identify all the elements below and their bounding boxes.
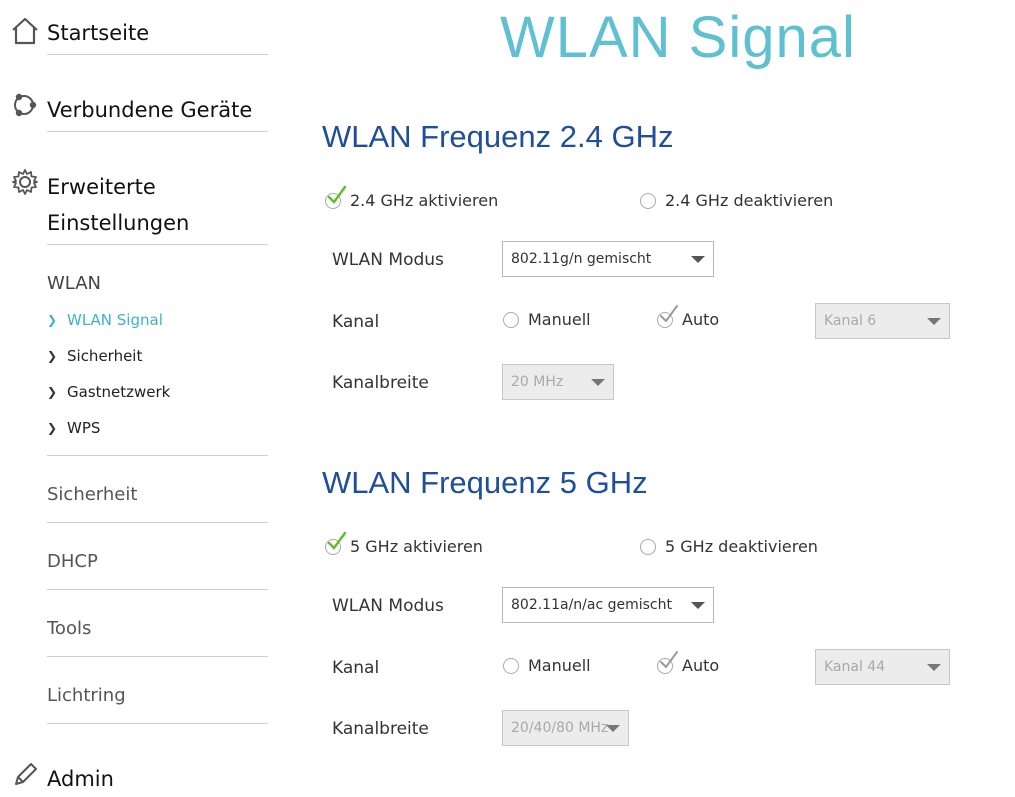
check-icon: [327, 185, 347, 204]
select-value: Kanal 44: [824, 659, 886, 675]
section-title-5ghz: WLAN Frequenz 5 GHz: [322, 465, 648, 500]
radio-label: Manuell: [528, 310, 591, 329]
submenu-item-label: Sicherheit: [67, 347, 143, 365]
chevron-down-icon: [591, 379, 605, 386]
chevron-down-icon: [606, 725, 620, 732]
radio-button[interactable]: [640, 192, 656, 209]
submenu-item-wps[interactable]: ❯ WPS: [47, 419, 100, 437]
radio-button[interactable]: [657, 650, 678, 674]
select-value: 20/40/80 MHz: [511, 720, 609, 736]
channel-width-label: Kanalbreite: [332, 719, 429, 739]
channel-width-select-5ghz[interactable]: 20/40/80 MHz: [502, 710, 629, 746]
submenu-item-label: Gastnetzwerk: [67, 383, 171, 401]
radio-channel-auto-24ghz[interactable]: Auto: [657, 304, 720, 329]
wlan-mode-select-5ghz[interactable]: 802.11a/n/ac gemischt: [502, 587, 714, 623]
divider: [47, 589, 268, 590]
select-value: Kanal 6: [824, 313, 877, 329]
radio-label: 5 GHz aktivieren: [350, 537, 483, 556]
submenu-wlan-heading[interactable]: WLAN: [47, 273, 101, 294]
radio-label: Manuell: [528, 656, 591, 675]
channel-select-24ghz[interactable]: Kanal 6: [815, 303, 950, 339]
check-icon: [660, 650, 678, 669]
chevron-down-icon: [691, 602, 705, 609]
submenu-item-wlan-signal[interactable]: ❯ WLAN Signal: [47, 311, 163, 329]
divider: [47, 723, 268, 724]
radio-button[interactable]: [325, 185, 347, 209]
nav-tools[interactable]: Tools: [47, 618, 91, 639]
channel-label: Kanal: [332, 312, 380, 332]
home-icon: [12, 17, 38, 45]
radio-channel-manual-24ghz[interactable]: Manuell: [503, 310, 591, 329]
radio-label: 5 GHz deaktivieren: [665, 537, 818, 556]
chevron-right-icon: ❯: [47, 349, 58, 363]
nav-dhcp[interactable]: DHCP: [47, 551, 98, 572]
channel-label: Kanal: [332, 658, 380, 678]
nav-advanced-line2[interactable]: Einstellungen: [47, 205, 189, 241]
radio-channel-manual-5ghz[interactable]: Manuell: [503, 656, 591, 675]
divider: [47, 131, 268, 132]
wlan-mode-label: WLAN Modus: [332, 596, 444, 616]
radio-button[interactable]: [503, 311, 519, 328]
chevron-down-icon: [927, 318, 941, 325]
channel-select-5ghz[interactable]: Kanal 44: [815, 649, 950, 685]
gear-icon: [12, 169, 38, 195]
nav-home[interactable]: Startseite: [47, 15, 149, 51]
select-value: 20 MHz: [511, 374, 564, 390]
submenu-item-gastnetzwerk[interactable]: ❯ Gastnetzwerk: [47, 383, 170, 401]
select-value: 802.11g/n gemischt: [511, 251, 652, 267]
radio-disable-5ghz[interactable]: 5 GHz deaktivieren: [640, 537, 818, 556]
nav-lichtring[interactable]: Lichtring: [47, 685, 126, 706]
radio-label: Auto: [682, 656, 720, 675]
pencil-icon: [15, 763, 37, 785]
select-value: 802.11a/n/ac gemischt: [511, 597, 672, 613]
chevron-down-icon: [927, 664, 941, 671]
radio-label: 2.4 GHz aktivieren: [350, 191, 499, 210]
channel-width-select-24ghz[interactable]: 20 MHz: [502, 364, 614, 400]
radio-disable-24ghz[interactable]: 2.4 GHz deaktivieren: [640, 191, 833, 210]
chevron-right-icon: ❯: [47, 313, 58, 327]
radio-button[interactable]: [657, 304, 678, 328]
section-title-24ghz: WLAN Frequenz 2.4 GHz: [322, 119, 674, 154]
divider: [47, 656, 268, 657]
radio-channel-auto-5ghz[interactable]: Auto: [657, 650, 720, 675]
radio-button[interactable]: [503, 657, 519, 674]
nav-advanced-line1[interactable]: Erweiterte: [47, 169, 156, 205]
channel-width-label: Kanalbreite: [332, 373, 429, 393]
page-title: WLAN Signal: [500, 5, 856, 70]
radio-button[interactable]: [640, 538, 656, 555]
chevron-right-icon: ❯: [47, 385, 58, 399]
divider: [47, 522, 268, 523]
radio-button[interactable]: [325, 531, 347, 555]
nav-connected-devices[interactable]: Verbundene Geräte: [47, 92, 252, 128]
nav-admin[interactable]: Admin: [47, 761, 114, 797]
radio-enable-5ghz[interactable]: 5 GHz aktivieren: [325, 531, 483, 556]
nav-sicherheit[interactable]: Sicherheit: [47, 484, 137, 505]
devices-icon: [14, 93, 37, 117]
wlan-mode-label: WLAN Modus: [332, 250, 444, 270]
divider: [47, 244, 268, 245]
radio-label: 2.4 GHz deaktivieren: [665, 191, 834, 210]
submenu-item-label: WPS: [67, 419, 101, 437]
submenu-item-sicherheit[interactable]: ❯ Sicherheit: [47, 347, 142, 365]
divider: [47, 455, 268, 456]
radio-label: Auto: [682, 310, 720, 329]
sidebar: Startseite Verbundene Geräte Erweiterte …: [0, 0, 280, 791]
radio-enable-24ghz[interactable]: 2.4 GHz aktivieren: [325, 185, 499, 210]
check-icon: [327, 531, 347, 550]
wlan-mode-select-24ghz[interactable]: 802.11g/n gemischt: [502, 241, 714, 277]
submenu-item-label: WLAN Signal: [67, 311, 163, 329]
check-icon: [660, 304, 678, 323]
chevron-down-icon: [691, 256, 705, 263]
chevron-right-icon: ❯: [47, 421, 58, 435]
divider: [47, 54, 268, 55]
